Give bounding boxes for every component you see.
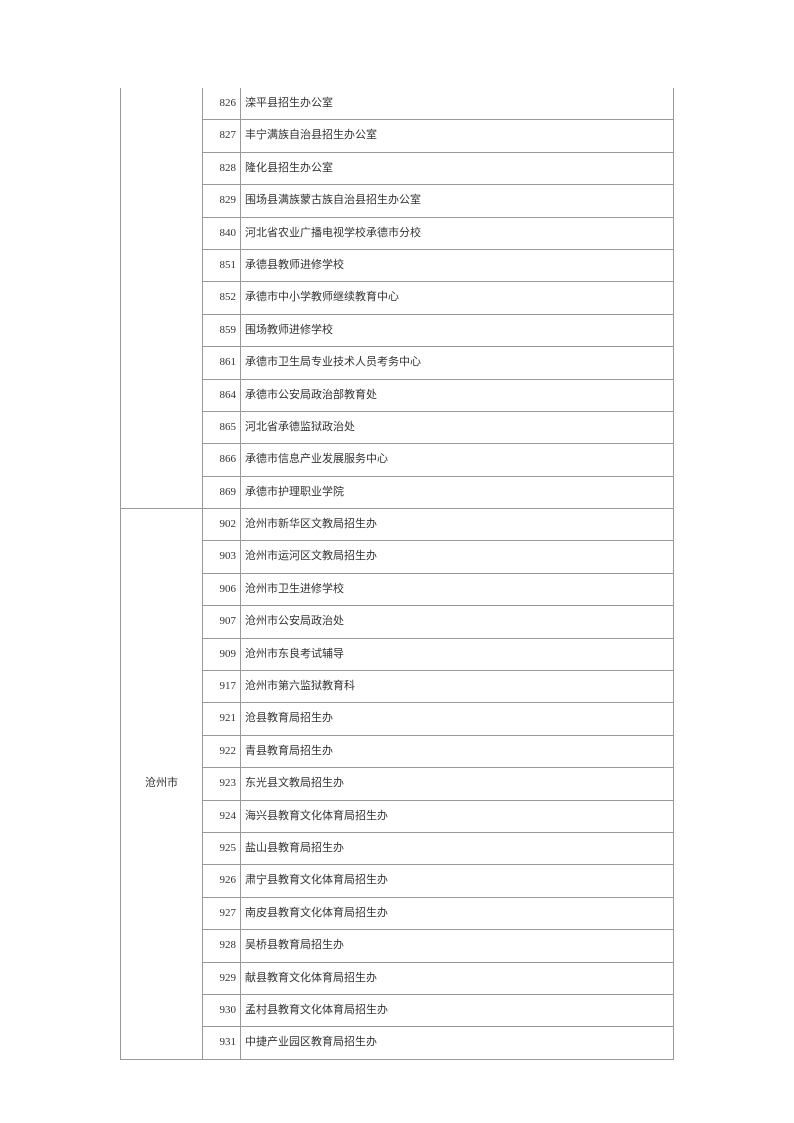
table-row: 865河北省承德监狱政治处 [121,411,674,443]
table-row: 869承德市护理职业学院 [121,476,674,508]
table-row: 903沧州市运河区文教局招生办 [121,541,674,573]
code-cell: 909 [203,638,241,670]
admissions-offices-table: 826滦平县招生办公室827丰宁满族自治县招生办公室828隆化县招生办公室829… [120,88,674,1060]
code-cell: 906 [203,573,241,605]
region-cell: 沧州市 [121,509,203,1060]
name-cell: 青县教育局招生办 [241,735,674,767]
table-row: 930孟村县教育文化体育局招生办 [121,994,674,1026]
name-cell: 河北省承德监狱政治处 [241,411,674,443]
table-row: 917沧州市第六监狱教育科 [121,671,674,703]
name-cell: 沧州市东良考试辅导 [241,638,674,670]
code-cell: 840 [203,217,241,249]
code-cell: 903 [203,541,241,573]
code-cell: 924 [203,800,241,832]
code-cell: 827 [203,120,241,152]
table-row: 924海兴县教育文化体育局招生办 [121,800,674,832]
table-row: 906沧州市卫生进修学校 [121,573,674,605]
name-cell: 献县教育文化体育局招生办 [241,962,674,994]
table-row: 909沧州市东良考试辅导 [121,638,674,670]
table-row: 925盐山县教育局招生办 [121,832,674,864]
name-cell: 沧州市新华区文教局招生办 [241,509,674,541]
table-row: 840河北省农业广播电视学校承德市分校 [121,217,674,249]
name-cell: 沧州市卫生进修学校 [241,573,674,605]
name-cell: 吴桥县教育局招生办 [241,930,674,962]
code-cell: 869 [203,476,241,508]
table-row: 859围场教师进修学校 [121,314,674,346]
name-cell: 沧州市第六监狱教育科 [241,671,674,703]
table-row: 931中捷产业园区教育局招生办 [121,1027,674,1059]
name-cell: 海兴县教育文化体育局招生办 [241,800,674,832]
table-row: 沧州市902沧州市新华区文教局招生办 [121,509,674,541]
name-cell: 围场教师进修学校 [241,314,674,346]
name-cell: 承德市公安局政治部教育处 [241,379,674,411]
code-cell: 928 [203,930,241,962]
name-cell: 滦平县招生办公室 [241,88,674,120]
table-row: 829围场县满族蒙古族自治县招生办公室 [121,185,674,217]
name-cell: 东光县文教局招生办 [241,768,674,800]
code-cell: 930 [203,994,241,1026]
code-cell: 866 [203,444,241,476]
name-cell: 丰宁满族自治县招生办公室 [241,120,674,152]
name-cell: 盐山县教育局招生办 [241,832,674,864]
table-row: 926肃宁县教育文化体育局招生办 [121,865,674,897]
code-cell: 865 [203,411,241,443]
name-cell: 承德市护理职业学院 [241,476,674,508]
table-row: 921沧县教育局招生办 [121,703,674,735]
code-cell: 926 [203,865,241,897]
code-cell: 923 [203,768,241,800]
code-cell: 922 [203,735,241,767]
code-cell: 907 [203,606,241,638]
code-cell: 927 [203,897,241,929]
code-cell: 861 [203,347,241,379]
name-cell: 承德市中小学教师继续教育中心 [241,282,674,314]
code-cell: 931 [203,1027,241,1059]
name-cell: 孟村县教育文化体育局招生办 [241,994,674,1026]
code-cell: 925 [203,832,241,864]
table-row: 864承德市公安局政治部教育处 [121,379,674,411]
table-row: 866承德市信息产业发展服务中心 [121,444,674,476]
code-cell: 917 [203,671,241,703]
table-row: 922青县教育局招生办 [121,735,674,767]
name-cell: 围场县满族蒙古族自治县招生办公室 [241,185,674,217]
name-cell: 沧州市运河区文教局招生办 [241,541,674,573]
name-cell: 沧县教育局招生办 [241,703,674,735]
code-cell: 851 [203,249,241,281]
code-cell: 902 [203,509,241,541]
name-cell: 隆化县招生办公室 [241,152,674,184]
name-cell: 承德市卫生局专业技术人员考务中心 [241,347,674,379]
table-row: 828隆化县招生办公室 [121,152,674,184]
table-row: 861承德市卫生局专业技术人员考务中心 [121,347,674,379]
code-cell: 864 [203,379,241,411]
table-row: 923东光县文教局招生办 [121,768,674,800]
table-row: 928吴桥县教育局招生办 [121,930,674,962]
code-cell: 859 [203,314,241,346]
name-cell: 中捷产业园区教育局招生办 [241,1027,674,1059]
table-row: 827丰宁满族自治县招生办公室 [121,120,674,152]
name-cell: 承德县教师进修学校 [241,249,674,281]
code-cell: 826 [203,88,241,120]
table-row: 852承德市中小学教师继续教育中心 [121,282,674,314]
code-cell: 852 [203,282,241,314]
table-row: 907沧州市公安局政治处 [121,606,674,638]
region-cell [121,88,203,509]
name-cell: 肃宁县教育文化体育局招生办 [241,865,674,897]
table-row: 929献县教育文化体育局招生办 [121,962,674,994]
code-cell: 829 [203,185,241,217]
table-row: 851承德县教师进修学校 [121,249,674,281]
table-row: 927南皮县教育文化体育局招生办 [121,897,674,929]
name-cell: 南皮县教育文化体育局招生办 [241,897,674,929]
name-cell: 承德市信息产业发展服务中心 [241,444,674,476]
name-cell: 沧州市公安局政治处 [241,606,674,638]
table-row: 826滦平县招生办公室 [121,88,674,120]
code-cell: 921 [203,703,241,735]
code-cell: 828 [203,152,241,184]
code-cell: 929 [203,962,241,994]
name-cell: 河北省农业广播电视学校承德市分校 [241,217,674,249]
